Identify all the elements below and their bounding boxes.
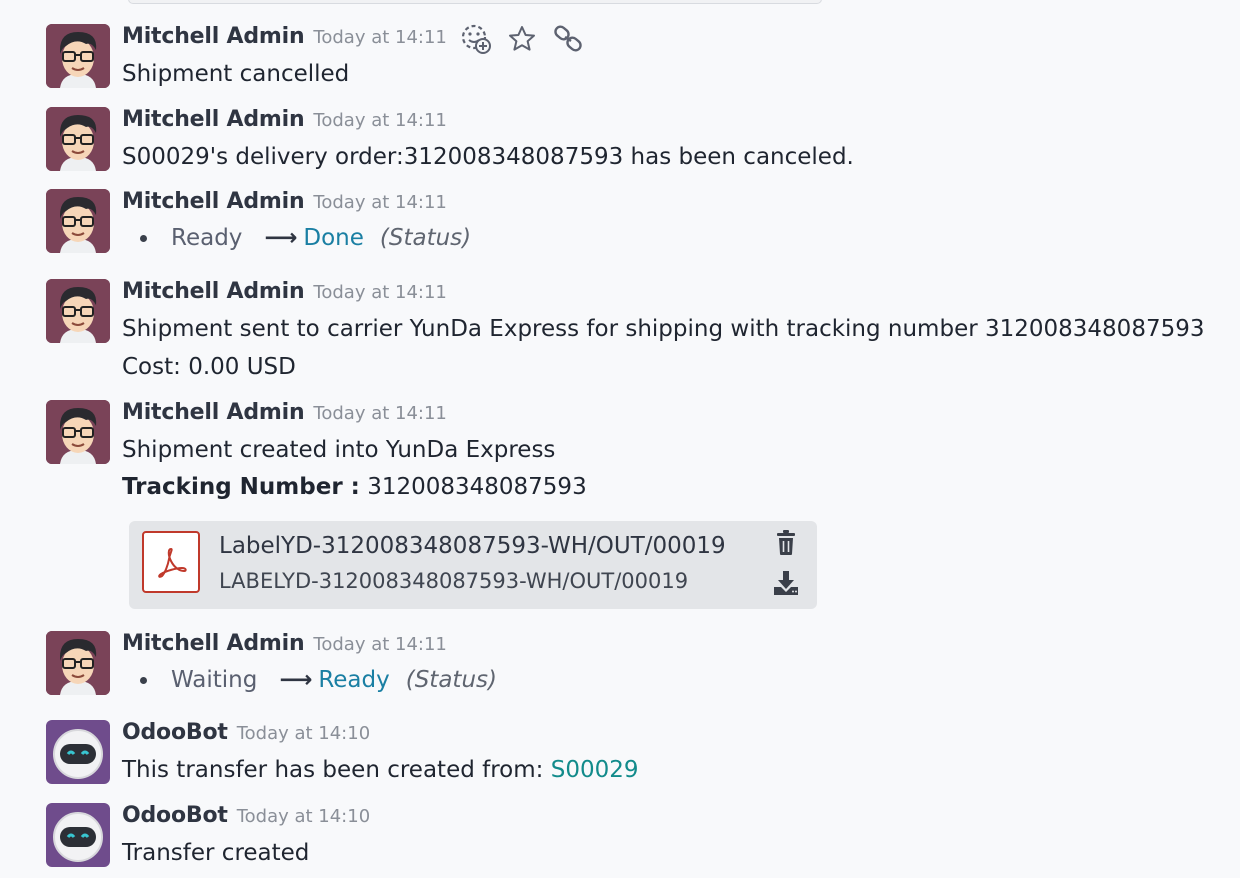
- message-date: Today at 14:11: [313, 403, 447, 424]
- message-header: Mitchell Admin Today at 14:11: [122, 24, 585, 54]
- tracking-number-label: Tracking Number :: [122, 474, 360, 500]
- source-order-link[interactable]: S00029: [551, 757, 639, 783]
- tracking-value-change: Ready ⟶ Done (Status): [140, 225, 471, 251]
- message-header: Mitchell Admin Today at 14:11: [122, 400, 447, 430]
- message-author[interactable]: OdooBot: [122, 803, 228, 828]
- attachment-name[interactable]: LabelYD-312008348087593-WH/OUT/00019: [219, 533, 726, 559]
- message-body: Shipment cancelled: [122, 61, 350, 87]
- message-author[interactable]: Mitchell Admin: [122, 107, 305, 132]
- old-value: Waiting: [171, 667, 258, 693]
- link-icon[interactable]: [551, 22, 585, 56]
- tracking-value-change: Waiting ⟶ Ready (Status): [140, 667, 497, 693]
- tracking-number-value: 312008348087593: [359, 474, 587, 500]
- message-author[interactable]: Mitchell Admin: [122, 24, 305, 49]
- message-header: Mitchell Admin Today at 14:11: [122, 279, 447, 309]
- old-value: Ready: [171, 225, 243, 251]
- message-date: Today at 14:11: [313, 282, 447, 303]
- avatar[interactable]: [46, 279, 110, 343]
- message-author[interactable]: Mitchell Admin: [122, 279, 305, 304]
- previous-message-edge: [128, 0, 822, 4]
- field-name: (Status): [405, 667, 497, 693]
- message-date: Today at 14:11: [313, 110, 447, 131]
- message-author[interactable]: Mitchell Admin: [122, 189, 305, 214]
- message-author[interactable]: Mitchell Admin: [122, 400, 305, 425]
- bullet: [140, 676, 147, 684]
- message-body: Transfer created: [122, 840, 310, 866]
- message-date: Today at 14:10: [236, 806, 371, 827]
- arrow-right-icon: ⟶: [264, 225, 298, 251]
- message-body: Shipment sent to carrier YunDa Express f…: [122, 316, 1205, 342]
- new-value: Ready: [318, 667, 390, 693]
- add-reaction-icon[interactable]: [459, 22, 493, 56]
- download-icon[interactable]: [773, 570, 799, 596]
- star-icon[interactable]: [505, 22, 539, 56]
- arrow-right-icon: ⟶: [279, 667, 313, 693]
- message-body: This transfer has been created from: S00…: [122, 757, 639, 783]
- avatar[interactable]: [46, 24, 110, 88]
- bullet: [140, 234, 147, 242]
- message-header: Mitchell Admin Today at 14:11: [122, 631, 447, 661]
- new-value: Done: [303, 225, 364, 251]
- avatar[interactable]: [46, 400, 110, 464]
- message-date: Today at 14:11: [313, 27, 447, 48]
- message-header: Mitchell Admin Today at 14:11: [122, 189, 447, 219]
- message-date: Today at 14:10: [236, 723, 371, 744]
- avatar[interactable]: [46, 720, 110, 784]
- message-header: Mitchell Admin Today at 14:11: [122, 107, 447, 137]
- attachment-extension: LABELYD-312008348087593-WH/OUT/00019: [219, 569, 689, 593]
- message-actions: [459, 22, 585, 56]
- body-text: This transfer has been created from:: [122, 757, 551, 783]
- attachment-card[interactable]: LabelYD-312008348087593-WH/OUT/00019 LAB…: [129, 521, 817, 609]
- message-date: Today at 14:11: [313, 192, 447, 213]
- message-header: OdooBot Today at 14:10: [122, 803, 370, 833]
- field-name: (Status): [379, 225, 472, 251]
- message-author[interactable]: OdooBot: [122, 720, 228, 745]
- message-author[interactable]: Mitchell Admin: [122, 631, 305, 656]
- avatar[interactable]: [46, 803, 110, 867]
- message-header: OdooBot Today at 14:10: [122, 720, 370, 750]
- avatar[interactable]: [46, 107, 110, 171]
- pdf-icon: [142, 531, 200, 593]
- message-date: Today at 14:11: [313, 634, 447, 655]
- trash-icon[interactable]: [775, 530, 797, 556]
- message-body-cost: Cost: 0.00 USD: [122, 354, 296, 380]
- message-body: Shipment created into YunDa Express: [122, 437, 556, 463]
- tracking-number-line: Tracking Number : 312008348087593: [122, 474, 587, 500]
- avatar[interactable]: [46, 189, 110, 253]
- avatar[interactable]: [46, 631, 110, 695]
- message-body: S00029's delivery order:312008348087593 …: [122, 144, 854, 170]
